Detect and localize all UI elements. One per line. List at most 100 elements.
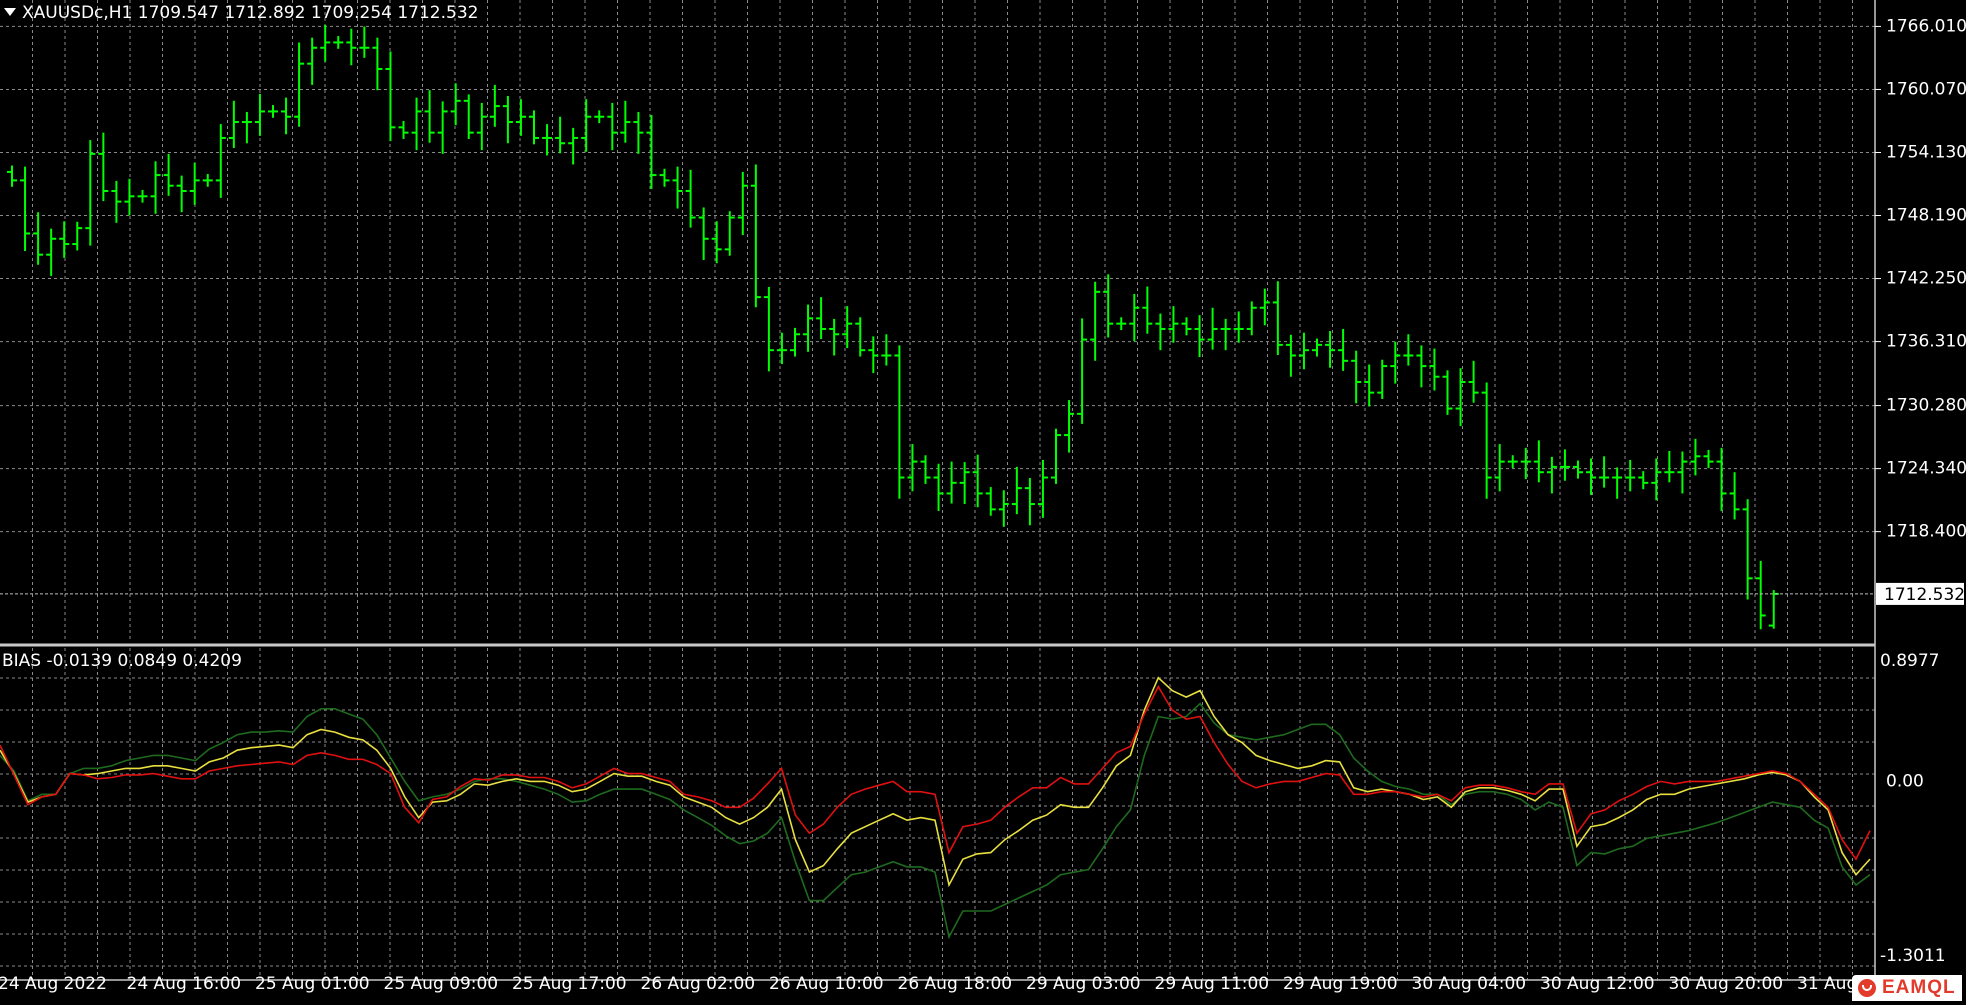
- ohlc-bar: [476, 102, 487, 151]
- ohlc-bar: [1155, 313, 1166, 351]
- ohlc-bar: [1351, 350, 1362, 404]
- bias-y-tick-label: -1.3011: [1880, 946, 1946, 966]
- ohlc-bar: [437, 101, 448, 154]
- ohlc-bar: [333, 36, 344, 49]
- ohlc-bar: [1755, 560, 1766, 630]
- ohlc-bar: [750, 164, 761, 308]
- ohlc-bar: [763, 287, 774, 372]
- bias-y-tick-label: 0.00: [1886, 771, 1924, 791]
- ohlc-bar: [281, 97, 292, 135]
- ohlc-bar: [1546, 456, 1557, 494]
- ohlc-bar: [1377, 359, 1388, 399]
- ohlc-bar: [189, 162, 200, 205]
- ohlc-bar: [1181, 317, 1192, 336]
- ohlc-bar: [1442, 370, 1453, 415]
- ohlc-bar: [1390, 341, 1401, 384]
- ohlc-bar: [489, 84, 500, 127]
- price-y-tick-label: 1766.010: [1886, 16, 1966, 36]
- ohlc-bar: [737, 171, 748, 236]
- ohlc-bar: [1651, 458, 1662, 501]
- ohlc-bar: [985, 487, 996, 516]
- ohlc-bar: [1077, 318, 1088, 424]
- ohlc-bar: [254, 93, 265, 136]
- ohlc-bar: [1416, 345, 1427, 388]
- ohlc-bar: [346, 28, 357, 66]
- ohlc-bar: [698, 207, 709, 260]
- ohlc-bar: [1520, 447, 1531, 480]
- ohlc-bar: [816, 297, 827, 340]
- bias-info-label: BIAS -0.0139 0.0849 0.4209: [2, 651, 242, 671]
- dropdown-triangle-icon[interactable]: [4, 8, 16, 16]
- ohlc-bar: [85, 140, 96, 246]
- time-x-tick-label: 30 Aug 12:00: [1540, 974, 1655, 994]
- ohlc-bar: [1625, 460, 1636, 492]
- bias-lines: [0, 676, 1871, 940]
- ohlc-bar: [842, 306, 853, 349]
- ohlc-bar: [855, 317, 866, 357]
- ohlc-bar: [724, 211, 735, 256]
- ohlc-bar: [1429, 348, 1440, 391]
- time-x-tick-label: 25 Aug 09:00: [384, 974, 499, 994]
- ohlc-bar: [320, 24, 331, 62]
- ohlc-bar: [1455, 368, 1466, 427]
- ohlc-bar: [137, 189, 148, 203]
- time-x-tick-label: 26 Aug 18:00: [898, 974, 1013, 994]
- ohlc-bar: [1559, 449, 1570, 481]
- ohlc-bar: [568, 127, 579, 165]
- ohlc-bar: [124, 178, 135, 216]
- time-x-tick-label: 30 Aug 20:00: [1669, 974, 1784, 994]
- price-y-tick-label: 1742.250: [1886, 269, 1966, 289]
- ohlc-bar: [1612, 467, 1623, 499]
- ohlc-bar: [1403, 334, 1414, 366]
- price-y-tick-label: 1760.070: [1886, 79, 1966, 99]
- ohlc-bar: [1586, 458, 1597, 496]
- ohlc-bar: [1207, 307, 1218, 350]
- ohlc-bar: [59, 221, 70, 258]
- ohlc-bar: [163, 153, 174, 196]
- ohlc-bar: [1116, 317, 1127, 331]
- price-y-tick-label: 1718.400: [1886, 522, 1966, 542]
- eamql-logo-icon: [1858, 979, 1876, 997]
- ohlc-bar: [1468, 360, 1479, 403]
- ohlc-bar: [111, 180, 122, 223]
- ohlc-bar: [633, 111, 644, 154]
- ohlc-bar: [1690, 438, 1701, 476]
- ohlc-bar: [1742, 499, 1753, 600]
- time-x-tick-label: 26 Aug 10:00: [769, 974, 884, 994]
- ohlc-bar: [594, 110, 605, 124]
- ohlc-bar: [894, 345, 905, 499]
- ohlc-bar: [1768, 590, 1779, 629]
- ohlc-bar: [972, 454, 983, 508]
- time-x-tick-label: 25 Aug 01:00: [255, 974, 370, 994]
- time-x-tick-label: 26 Aug 02:00: [641, 974, 756, 994]
- ohlc-bar: [20, 166, 31, 251]
- ohlc-bar: [1677, 451, 1688, 494]
- ohlc-bar: [529, 110, 539, 145]
- ohlc-bar: [998, 490, 1009, 527]
- ohlc-bar: [907, 444, 918, 492]
- ohlc-bar: [803, 304, 814, 352]
- ohlc-bar: [150, 161, 161, 214]
- price-bars: [0, 24, 1875, 630]
- ohlc-bar: [542, 124, 553, 156]
- trading-chart[interactable]: 1766.010 1760.070 1754.130 1748.190 1742.250…: [0, 0, 1966, 1005]
- ohlc-bar: [72, 221, 83, 251]
- ohlc-bar: [1481, 382, 1492, 499]
- ohlc-bar: [268, 105, 278, 118]
- ohlc-bar: [307, 37, 318, 85]
- ohlc-bar: [881, 334, 892, 366]
- ohlc-bar: [1090, 281, 1101, 361]
- price-y-tick-label: 1754.130: [1886, 142, 1966, 162]
- ohlc-bar: [463, 94, 474, 140]
- ohlc-bar: [202, 174, 213, 187]
- time-x-tick-label: 29 Aug 11:00: [1155, 974, 1270, 994]
- ohlc-bar: [411, 97, 422, 151]
- ohlc-bar: [1533, 440, 1544, 483]
- ohlc-bar: [829, 318, 840, 356]
- price-y-tick-label: 1730.280: [1886, 396, 1966, 416]
- ohlc-bar: [1716, 447, 1727, 511]
- time-x-tick-label: 29 Aug 03:00: [1026, 974, 1141, 994]
- ohlc-bar: [359, 26, 370, 58]
- ohlc-bar: [1325, 331, 1336, 368]
- time-x-tick-label: 25 Aug 17:00: [512, 974, 627, 994]
